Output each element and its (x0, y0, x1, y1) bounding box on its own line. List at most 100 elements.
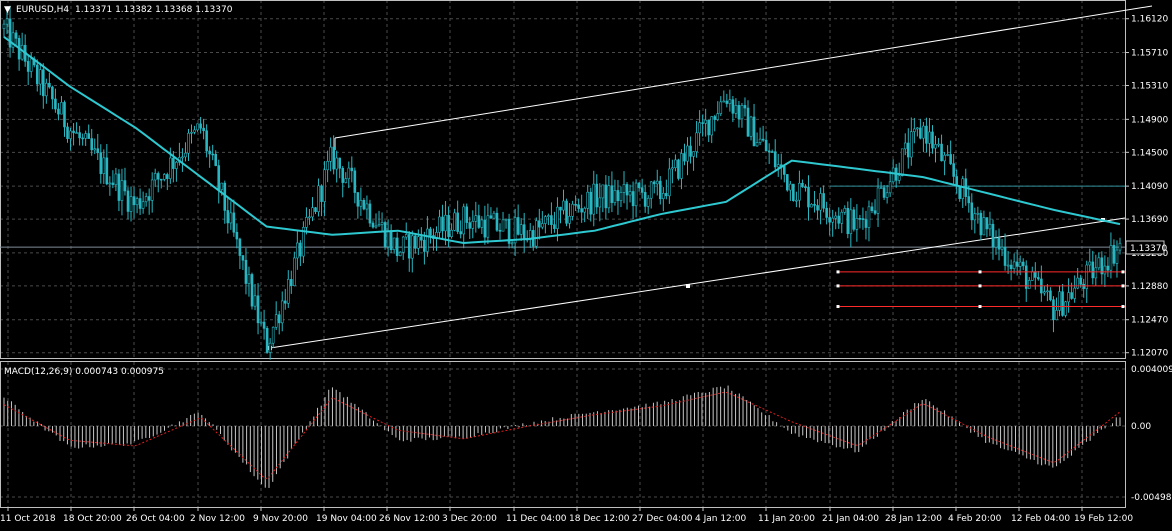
candle-body (389, 231, 393, 250)
candle-body (153, 173, 157, 181)
macd-axis-label: 0.00 (1131, 422, 1151, 432)
candle-body (743, 105, 747, 109)
candle-body (879, 187, 883, 189)
candle-body (937, 143, 940, 146)
candle-body (235, 231, 239, 240)
candle-body (637, 182, 641, 188)
candle-body (326, 161, 329, 171)
candle-body (985, 217, 989, 230)
time-axis-label: 4 Jan 12:00 (695, 514, 747, 524)
candle-body (26, 61, 30, 72)
fib-anchor-point (978, 305, 982, 309)
candle-body (519, 224, 523, 235)
candle-body (873, 210, 877, 214)
candle-body (958, 185, 962, 199)
time-axis-label: 12 Feb 04:00 (1011, 514, 1070, 524)
candle-body (29, 58, 33, 72)
candle-body (404, 234, 408, 238)
candle-body (232, 212, 236, 233)
candle-body (1049, 290, 1052, 301)
candle-body (592, 183, 596, 215)
candle-body (544, 216, 547, 224)
candle-body (713, 116, 717, 120)
candle-body (169, 157, 172, 179)
candle-body (489, 215, 493, 219)
candle-body (317, 185, 320, 212)
candle-body (138, 198, 142, 209)
candle-body (238, 238, 242, 256)
candle-body (359, 200, 363, 207)
time-axis-label: 11 Jan 20:00 (758, 514, 815, 524)
candle-body (280, 300, 284, 324)
candle-body (338, 157, 342, 169)
candle-body (350, 167, 354, 172)
candle-body (931, 131, 934, 149)
candle-body (172, 157, 175, 169)
candle-body (577, 204, 580, 209)
candle-body (259, 321, 263, 324)
candle-body (1034, 271, 1037, 278)
time-axis-label: 27 Dec 04:00 (632, 514, 693, 524)
candle-body (193, 129, 196, 133)
candle-body (534, 220, 538, 247)
fib-anchor-point (978, 270, 982, 274)
candle-body (72, 130, 75, 134)
chart-canvas[interactable]: 1.16120 1.15710 1.15310 1.14900 1.14500 1.140… (0, 0, 1172, 527)
candle-body (1091, 261, 1095, 279)
chart-window[interactable]: 1.16120 1.15710 1.15310 1.14900 1.14500 1.140… (0, 0, 1172, 527)
candle-body (42, 69, 45, 97)
candle-body (371, 222, 375, 228)
time-axis-label: 11 Dec 04:00 (506, 514, 567, 524)
candle-body (211, 153, 214, 156)
candle-body (1021, 261, 1025, 267)
candle-body (329, 146, 332, 162)
symbol-dropdown-icon[interactable]: ▼ (4, 5, 11, 15)
fib-anchor-point (1121, 284, 1125, 288)
candle-body (414, 235, 417, 249)
ohlc-label: 1.13371 1.13382 1.13368 1.13370 (75, 5, 233, 15)
candle-body (123, 180, 127, 192)
candle-body (867, 206, 871, 228)
candle-body (184, 152, 187, 158)
price-axis-label: 1.14900 (1131, 115, 1168, 125)
time-axis-label: 26 Oct 04:00 (126, 514, 185, 524)
candle-body (831, 217, 834, 223)
candle-body (410, 235, 414, 259)
candle-body (420, 236, 423, 241)
candle-body (60, 102, 63, 115)
candle-body (776, 164, 780, 168)
candle-body (483, 219, 487, 238)
candle-body (293, 257, 296, 287)
candle-body (1009, 264, 1013, 270)
candle-body (668, 168, 671, 197)
candle-body (144, 196, 148, 203)
candle-body (332, 146, 335, 170)
chart-header: ▼ EURUSD,H4 1.13371 1.13382 1.13368 1.13… (4, 5, 233, 15)
symbol-timeframe-label: EURUSD,H4 (16, 5, 69, 15)
candle-body (220, 182, 224, 190)
candle-body (601, 184, 605, 199)
candle-body (87, 133, 90, 139)
candle-body (631, 191, 635, 207)
candle-body (761, 138, 765, 141)
candle-body (1037, 277, 1040, 280)
current-price-label: 1.13370 (1130, 244, 1167, 254)
candle-body (51, 86, 54, 100)
candle-body (822, 193, 825, 209)
candle-body (365, 203, 369, 210)
candle-body (492, 212, 496, 219)
candle-body (96, 148, 100, 153)
candle-body (486, 215, 490, 238)
candle-body (1061, 291, 1064, 316)
candle-body (1006, 264, 1010, 267)
candle-body (798, 182, 801, 201)
candle-body (423, 239, 426, 252)
candle-body (946, 154, 949, 156)
candle-body (462, 206, 466, 235)
candle-body (1115, 249, 1119, 264)
candle-body (441, 216, 444, 232)
candle-body (99, 152, 103, 174)
candle-body (870, 206, 874, 212)
candle-body (465, 206, 469, 223)
candle-body (922, 125, 925, 139)
